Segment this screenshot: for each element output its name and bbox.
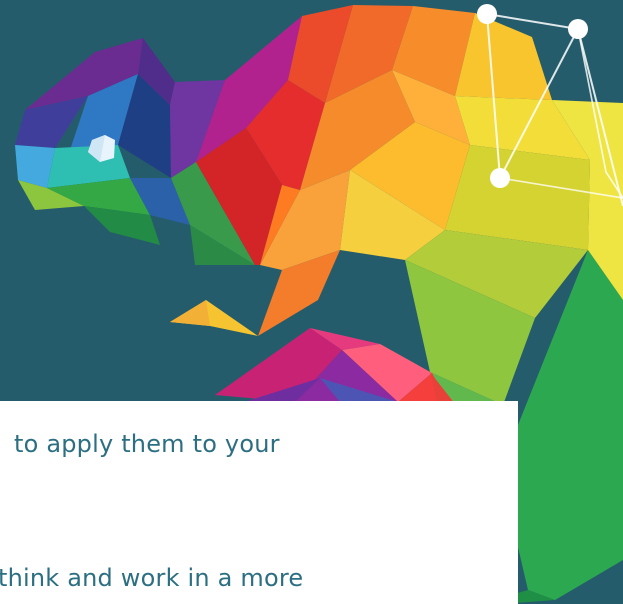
hero-section: to apply them to your think and work in … — [0, 0, 623, 604]
text-card: to apply them to your think and work in … — [0, 401, 518, 604]
text-line-1: to apply them to your — [14, 430, 280, 458]
text-line-2: think and work in a more — [0, 564, 304, 592]
